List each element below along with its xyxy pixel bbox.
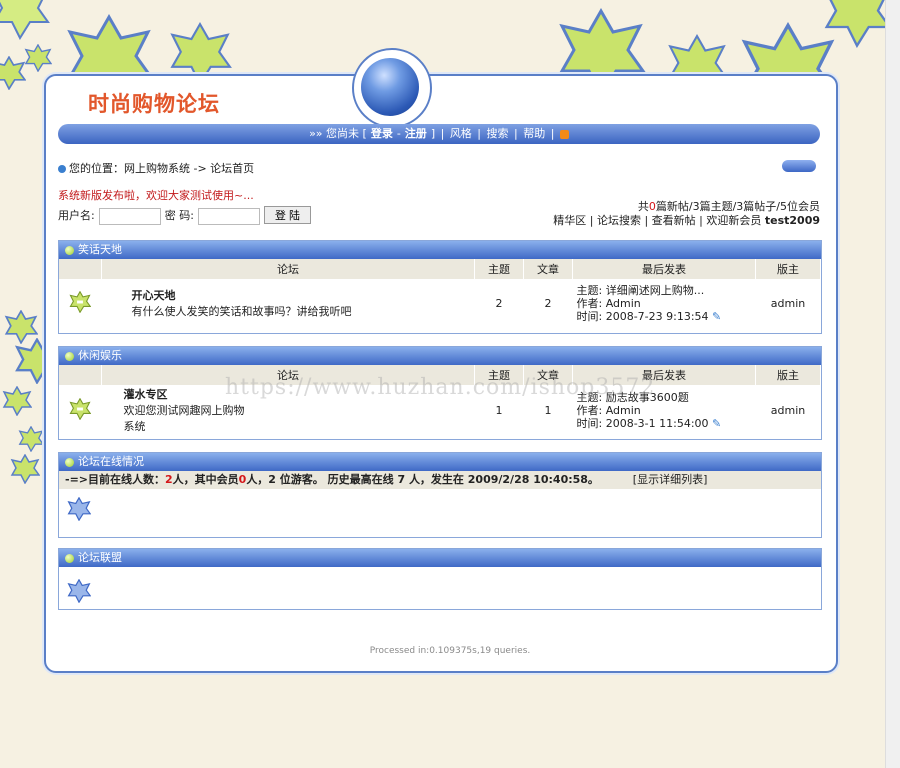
top-navbar: »» 您尚未 [登录 - 注册] | 风格 | 搜索 | 帮助 | [58,124,820,144]
stats-summary: 篇新帖/3篇主题/3篇帖子/5位会员 [655,200,820,213]
last-post-author[interactable]: 作者: Admin [577,404,755,417]
forum-alliance-panel: 论坛联盟 [58,548,822,610]
username-label: 用户名: [58,209,95,222]
welcome-label: 欢迎新会员 [706,214,762,227]
breadcrumb-text[interactable]: 您的位置：网上购物系统 -> 论坛首页 [69,162,254,175]
alliance-icon [67,578,92,604]
location-icon [58,165,66,173]
breadcrumb: 您的位置：网上购物系统 -> 论坛首页 [58,160,254,176]
password-label: 密 码: [164,209,194,222]
online-title: 论坛在线情况 [78,455,144,468]
expand-pill-button[interactable] [782,160,816,172]
online-total: 2 [165,473,173,486]
bullet-icon [65,245,74,255]
star-decoration-icon [824,0,892,48]
help-link[interactable]: 帮助 [523,127,545,140]
style-link[interactable]: 风格 [450,127,472,140]
forum-status-icon [69,397,92,420]
col-posts: 文章 [523,259,573,279]
forum-description: 有什么使人发笑的笑话和故事吗？讲给我听吧 [131,305,352,318]
site-title: 时尚购物论坛 [88,91,220,116]
login-link[interactable]: 登录 [371,127,393,140]
last-post-time: 时间: 2008-3-1 11:54:00 [576,416,709,430]
search-link[interactable]: 搜索 [487,127,509,140]
nav-separator: - [396,127,401,140]
online-text: 人，其中会员 [172,473,239,486]
new-posts-count: 0 [648,200,656,213]
category-title[interactable]: 笑话天地 [78,243,122,256]
star-decoration-icon [24,44,52,72]
col-forum: 论坛 [101,259,475,279]
col-moderator: 版主 [755,259,821,279]
register-link[interactable]: 注册 [405,127,427,140]
col-topics: 主题 [474,259,524,279]
last-post-time: 时间: 2008-7-23 9:13:54 [576,309,709,323]
topics-count: 2 [495,296,503,310]
post-stats: 共0篇新帖/3篇主题/3篇帖子/5位会员 [553,200,820,214]
show-details-link[interactable]: [显示详细列表] [633,473,708,486]
forum-search-link[interactable]: 论坛搜索 [597,214,641,227]
forum-description: 欢迎您测试网趣网上购物系统 [123,404,245,433]
star-decoration-icon [0,56,26,90]
announcement[interactable]: 系统新版发布啦，欢迎大家测试使用~... [58,187,254,203]
stats-prefix: 共 [637,200,649,213]
bullet-icon [65,351,74,361]
star-decoration-icon [0,0,50,40]
star-decoration-icon [10,454,40,484]
col-moderator: 版主 [755,365,821,385]
footer-processed: Processed in:0.109375s,19 queries. [369,646,531,656]
online-users-icon [67,496,92,522]
moderator-link[interactable]: admin [756,385,821,435]
category-header[interactable]: 笑话天地 [59,241,821,259]
online-status-panel: 论坛在线情况 -=>目前在线人数：2人，其中会员0人，2 位游客。 历史最高在线… [58,452,822,538]
globe-logo-icon [361,58,419,116]
forum-table: 论坛 主题 文章 最后发表 版主 开心天地有什么使人发笑的笑话和故事吗？讲给我听… [59,259,821,327]
login-form: 用户名: 密 码: 登 陆 [58,206,311,225]
online-text: -=>目前在线人数： [65,473,165,486]
bullet-icon [65,553,74,563]
online-header: 论坛在线情况 [59,453,821,471]
stats-links: 精华区 | 论坛搜索 | 查看新帖 | 欢迎新会员 test2009 [553,214,820,227]
star-decoration-icon [2,386,32,416]
forum-stats: 共0篇新帖/3篇主题/3篇帖子/5位会员 精华区 | 论坛搜索 | 查看新帖 |… [553,200,820,228]
password-input[interactable] [197,208,260,225]
forum-status-icon [69,290,92,313]
star-decoration-icon [18,426,44,452]
rss-icon[interactable] [559,129,569,139]
digest-link[interactable]: 精华区 [553,214,586,227]
new-member-link[interactable]: test2009 [765,214,820,227]
col-last-post: 最后发表 [572,259,756,279]
category-header[interactable]: 休闲娱乐 [59,347,821,365]
moderator-link[interactable]: admin [756,279,821,327]
posts-count: 2 [544,296,552,310]
last-post-author[interactable]: 作者: Admin [577,297,755,310]
watermark-text: https://www.huzhan.com/ishop3572 [225,375,656,400]
bullet-icon [65,457,74,467]
login-submit-button[interactable]: 登 陆 [263,206,311,224]
username-input[interactable] [98,208,161,225]
category-title[interactable]: 休闲娱乐 [78,349,122,362]
forum-category-jokes: 笑话天地 论坛 主题 文章 最后发表 版主 开心天地有什么使人发笑的笑话和故事吗… [58,240,822,334]
edit-pencil-icon[interactable]: ✎ [712,310,721,323]
edit-pencil-icon[interactable]: ✎ [712,417,721,430]
alliance-title: 论坛联盟 [78,551,122,564]
online-text: 人，2 位游客。 历史最高在线 7 人，发生在 2009/2/28 10:40:… [246,473,599,486]
last-post-subject[interactable]: 主题: 详细阐述网上购物... [577,284,755,297]
new-posts-link[interactable]: 查看新帖 [652,214,696,227]
forum-name-link[interactable]: 开心天地 [132,287,474,303]
nav-suffix: ] [430,127,436,140]
alliance-header: 论坛联盟 [59,549,821,567]
table-row: 开心天地有什么使人发笑的笑话和故事吗？讲给我听吧 2 2 主题: 详细阐述网上购… [59,279,821,327]
online-summary: -=>目前在线人数：2人，其中会员0人，2 位游客。 历史最高在线 7 人，发生… [59,471,821,489]
nav-prefix: »» 您尚未 [ [309,127,367,140]
